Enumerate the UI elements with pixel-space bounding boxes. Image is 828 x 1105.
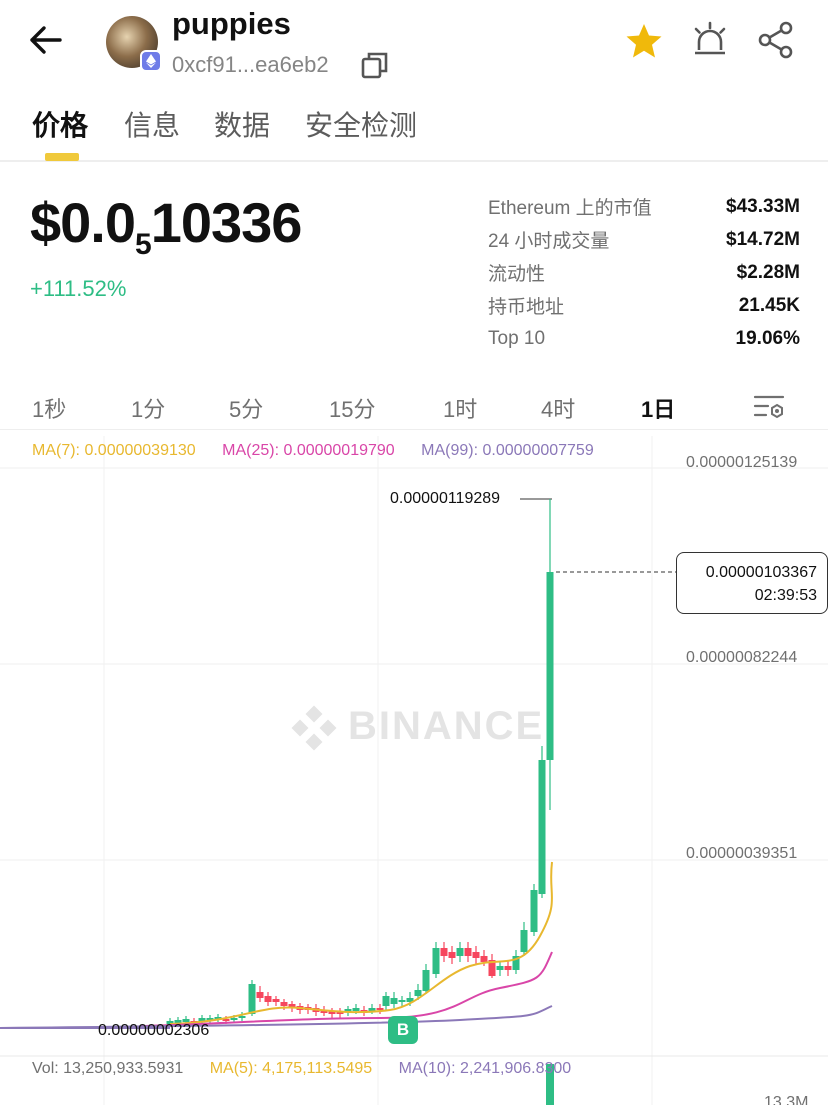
interval-selector: 1秒 1分 5分 15分 1时 4时 1日 — [0, 386, 828, 430]
candle-body — [238, 1016, 246, 1018]
interval-1s[interactable]: 1秒 — [32, 392, 66, 424]
interval-1m[interactable]: 1分 — [131, 392, 165, 424]
price-alert-icon[interactable] — [690, 20, 730, 60]
tab-data[interactable]: 数据 — [214, 104, 270, 144]
candle-body — [440, 948, 448, 956]
ma7-value: MA(7): 0.00000039130 — [32, 442, 196, 459]
volume-axis-max: 13.3M — [764, 1094, 809, 1105]
ma7-line — [169, 861, 553, 1025]
stat-liquidity: 流动性 $2.28M — [488, 261, 800, 286]
interval-15m[interactable]: 15分 — [329, 392, 375, 424]
ma25-value: MA(25): 0.00000019790 — [222, 442, 395, 459]
copy-icon[interactable] — [360, 50, 390, 80]
token-stats: Ethereum 上的市值 $43.33M 24 小时成交量 $14.72M 流动性… — [488, 190, 800, 355]
ma99-line — [0, 1005, 553, 1029]
candle-body — [368, 1008, 376, 1011]
candle-body — [464, 948, 472, 956]
ethereum-chain-icon — [140, 50, 162, 72]
volume-ma5: MA(5): 4,175,113.5495 — [209, 1060, 373, 1077]
low-price-label: 0.00000002306 — [98, 1022, 210, 1039]
candle-body — [230, 1018, 238, 1020]
candle-body — [272, 999, 280, 1002]
current-price: $0.0510336 — [30, 191, 302, 261]
candle-body — [382, 996, 390, 1006]
candle-body — [496, 966, 504, 970]
candle-body — [264, 996, 272, 1002]
binance-watermark: BINANCE — [348, 704, 545, 748]
interval-5m[interactable]: 5分 — [229, 392, 263, 424]
candle-body — [504, 966, 512, 970]
candle-body — [530, 890, 538, 932]
interval-1h[interactable]: 1时 — [443, 392, 477, 424]
candle-body — [546, 572, 554, 760]
ma-legend: MA(7): 0.00000039130 MA(25): 0.000000197… — [32, 442, 616, 460]
candle-body — [456, 948, 464, 956]
candle-body — [376, 1008, 384, 1010]
candle-body — [448, 952, 456, 958]
stat-24h-volume: 24 小时成交量 $14.72M — [488, 228, 800, 253]
candle-body — [398, 1000, 406, 1002]
share-icon[interactable] — [756, 20, 796, 60]
current-price-callout[interactable]: 0.00000103367 02:39:53 — [676, 552, 828, 614]
candle-body — [432, 948, 440, 974]
y-axis-label-mid: 0.00000082244 — [686, 649, 798, 666]
token-name: puppies — [172, 6, 291, 41]
interval-1d[interactable]: 1日 — [641, 392, 675, 424]
chart-grid — [0, 436, 828, 1105]
ma99-value: MA(99): 0.00000007759 — [421, 442, 594, 459]
stat-holders: 持币地址 21.45K — [488, 294, 800, 319]
volume-ma10: MA(10): 2,241,906.8300 — [398, 1060, 572, 1077]
buy-marker[interactable]: B — [388, 1016, 418, 1044]
candle-body — [248, 984, 256, 1014]
y-axis-label-top: 0.00000125139 — [686, 454, 798, 471]
volume-legend: Vol: 13,250,933.5931 MA(5): 4,175,113.54… — [32, 1060, 593, 1078]
token-address: 0xcf91...ea6eb2 — [172, 52, 329, 77]
candle-body — [280, 1002, 288, 1006]
tab-info[interactable]: 信息 — [124, 104, 180, 144]
interval-4h[interactable]: 4时 — [541, 392, 575, 424]
stat-top10: Top 10 19.06% — [488, 327, 800, 349]
candle-body — [538, 760, 546, 894]
candle-body — [520, 930, 528, 952]
candle-body — [422, 970, 430, 991]
back-arrow-icon[interactable] — [26, 22, 66, 58]
candle-body — [390, 998, 398, 1004]
favorite-star-icon[interactable] — [624, 22, 664, 60]
detail-tabs: 价格 信息 数据 安全检测 — [0, 100, 828, 162]
candle-body — [472, 952, 480, 958]
candlestick-chart[interactable] — [0, 436, 828, 1105]
candlestick-series — [0, 499, 554, 1105]
binance-logo-icon — [291, 705, 337, 751]
y-axis-label-low: 0.00000039351 — [686, 845, 798, 862]
chart-settings-icon[interactable] — [752, 392, 786, 422]
candle-body — [480, 956, 488, 962]
header: puppies 0xcf91...ea6eb2 — [0, 0, 828, 90]
price-change: +111.52% — [30, 276, 127, 301]
stat-market-cap: Ethereum 上的市值 $43.33M — [488, 195, 800, 220]
tab-security-check[interactable]: 安全检测 — [305, 104, 417, 144]
candle-body — [352, 1008, 360, 1011]
tab-price[interactable]: 价格 — [32, 104, 88, 144]
high-price-label: 0.00000119289 — [390, 490, 501, 507]
candle-body — [414, 990, 422, 996]
candle-body — [256, 992, 264, 998]
active-tab-indicator — [45, 153, 79, 161]
volume-value: Vol: 13,250,933.5931 — [32, 1060, 184, 1077]
